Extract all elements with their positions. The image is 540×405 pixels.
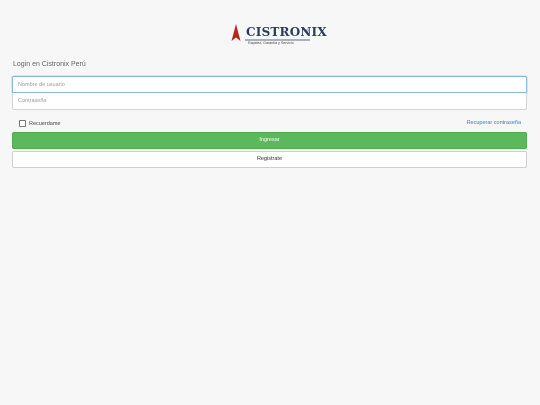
page-title: Login en Cistronix Perú [13,61,86,68]
cistronix-logo: CISTRONIX Rapidez, Garantía y Servicio [229,24,327,50]
register-button[interactable]: Registrate [12,151,527,168]
brand-name: CISTRONIX [246,25,327,39]
login-page: CISTRONIX Rapidez, Garantía y Servicio L… [0,0,540,405]
password-input[interactable] [12,93,527,110]
recover-password-link[interactable]: Recuperar contraseña [467,120,521,126]
login-button[interactable]: Ingresar [12,132,527,149]
username-input[interactable] [12,76,527,93]
brand-tagline: Rapidez, Garantía y Servicio [248,41,294,45]
remember-me[interactable]: Recuerdame [19,120,61,127]
remember-checkbox[interactable] [19,120,26,127]
remember-label: Recuerdame [29,120,61,127]
